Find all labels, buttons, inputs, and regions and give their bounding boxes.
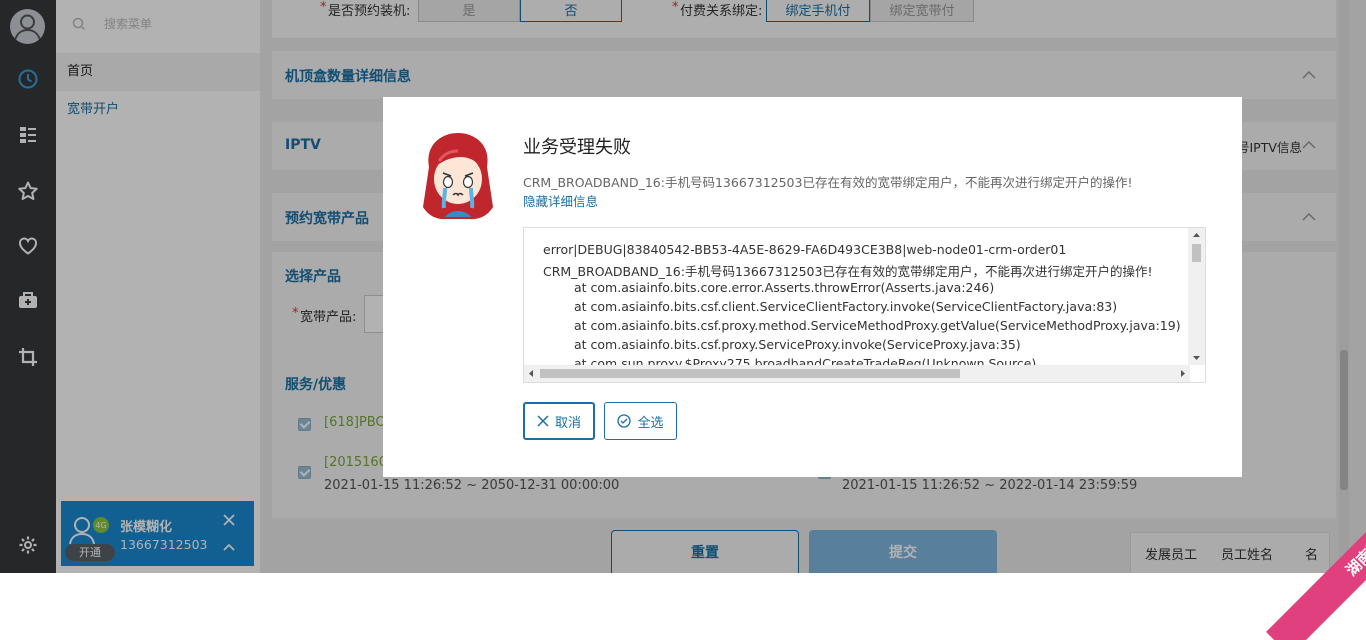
- log-line: error|DEBUG|83840542-BB53-4A5E-8629-FA6D…: [543, 242, 1067, 257]
- error-log-box[interactable]: error|DEBUG|83840542-BB53-4A5E-8629-FA6D…: [523, 227, 1206, 383]
- error-message: CRM_BROADBAND_16:手机号码13667312503已存在有效的宽带…: [523, 175, 1133, 190]
- error-dialog: 业务受理失败 CRM_BROADBAND_16:手机号码13667312503已…: [383, 97, 1242, 477]
- cancel-button[interactable]: 取消: [523, 402, 595, 440]
- scroll-right-arrow-icon[interactable]: [1176, 365, 1190, 382]
- log-line: at com.asiainfo.bits.core.error.Asserts.…: [574, 280, 995, 295]
- log-line: at com.asiainfo.bits.csf.proxy.ServicePr…: [574, 337, 1021, 352]
- cancel-button-label: 取消: [554, 415, 581, 431]
- hide-details-link[interactable]: 隐藏详细信息: [523, 191, 598, 210]
- log-horizontal-scrollbar-thumb[interactable]: [540, 369, 960, 378]
- select-all-button-label: 全选: [637, 415, 664, 431]
- dialog-title: 业务受理失败: [523, 137, 631, 158]
- select-all-button[interactable]: 全选: [604, 402, 677, 440]
- crying-girl-icon: [417, 131, 499, 223]
- log-line: at com.asiainfo.bits.csf.proxy.method.Se…: [574, 318, 1181, 333]
- check-circle-icon: [617, 414, 632, 428]
- scroll-left-arrow-icon[interactable]: [524, 365, 538, 382]
- log-horizontal-scrollbar[interactable]: [524, 365, 1190, 382]
- close-icon: [537, 415, 549, 427]
- log-line: at com.asiainfo.bits.csf.client.ServiceC…: [574, 299, 1118, 314]
- scroll-down-arrow-icon[interactable]: [1188, 351, 1205, 365]
- log-line: CRM_BROADBAND_16:手机号码13667312503已存在有效的宽带…: [543, 264, 1153, 279]
- log-vertical-scrollbar-thumb[interactable]: [1192, 244, 1201, 262]
- scroll-up-arrow-icon[interactable]: [1188, 228, 1205, 242]
- log-vertical-scrollbar[interactable]: [1188, 228, 1205, 365]
